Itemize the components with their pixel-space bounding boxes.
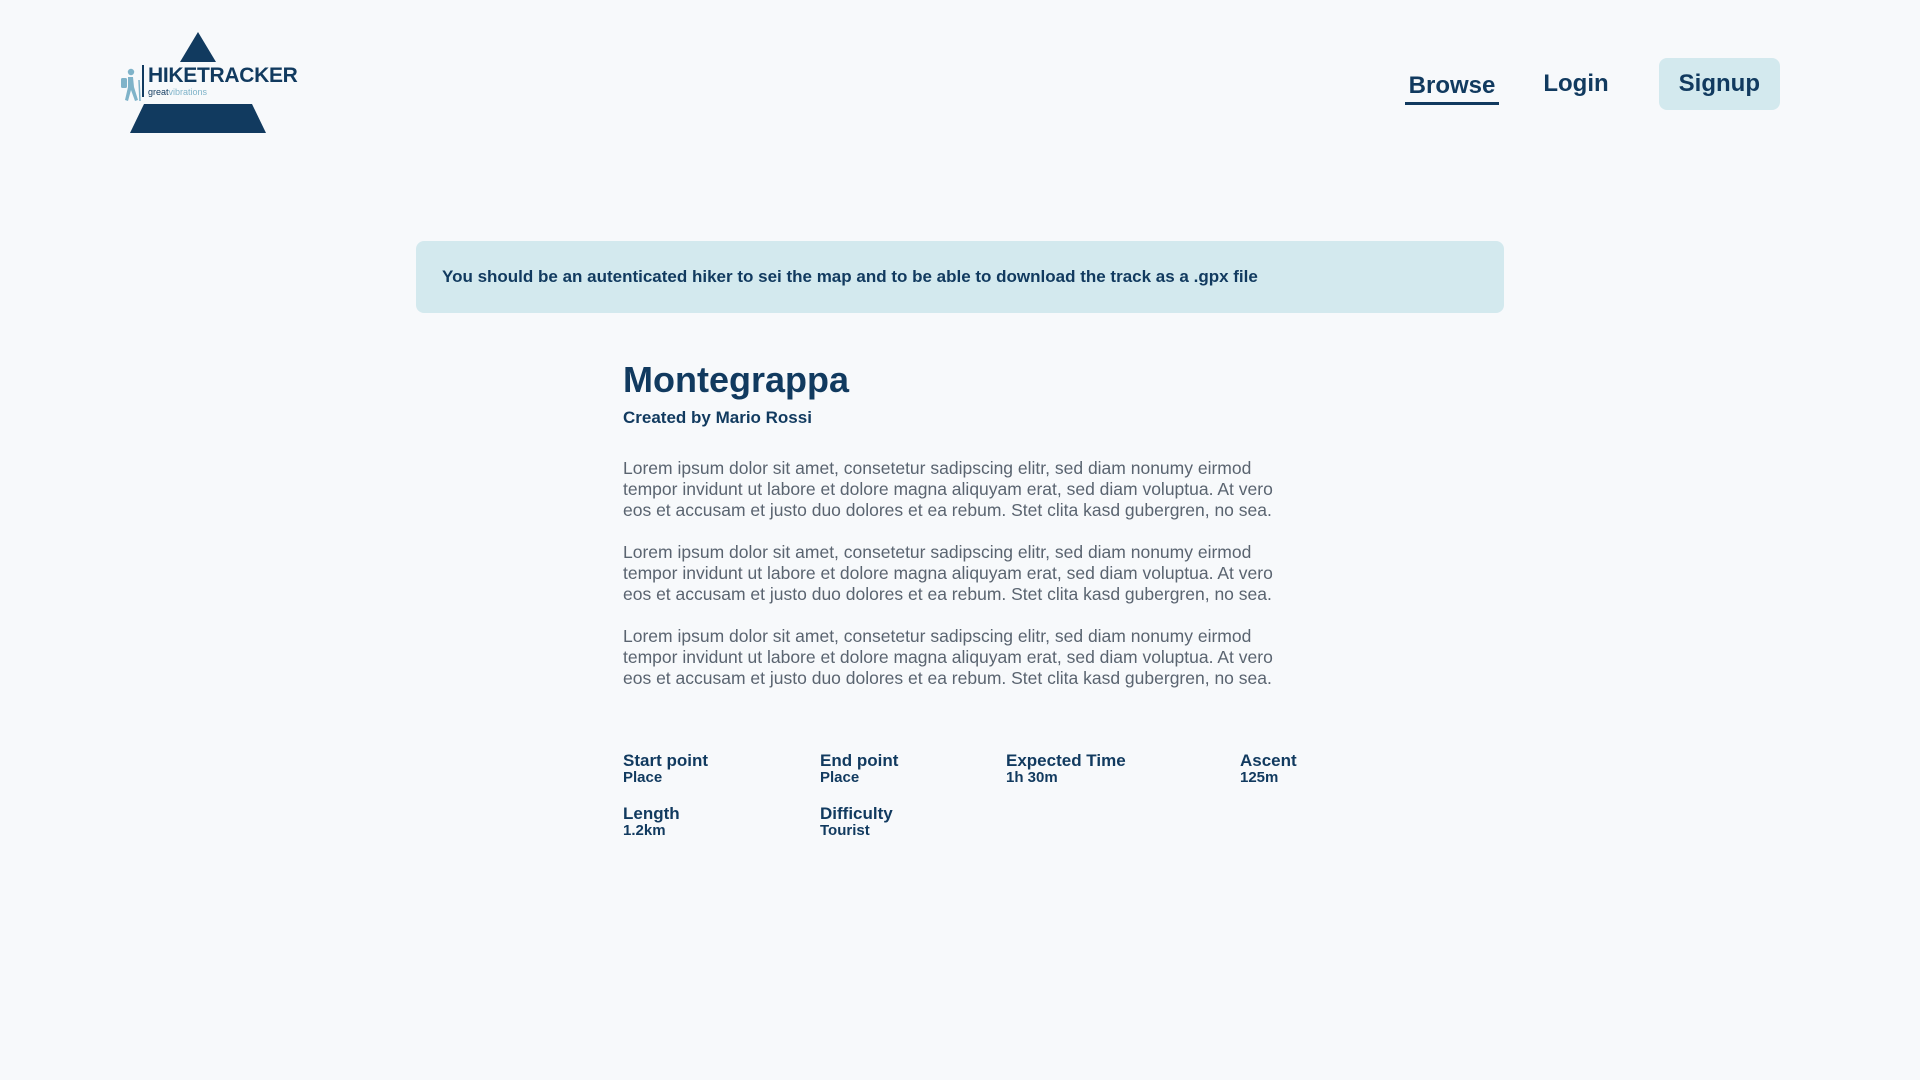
stat-start-point: Start point Place bbox=[623, 752, 708, 785]
stat-value: Place bbox=[623, 769, 663, 786]
stat-value: 1.2km bbox=[623, 822, 666, 839]
description-paragraph: Lorem ipsum dolor sit amet, consetetur s… bbox=[623, 541, 1273, 604]
nav-login-link[interactable]: Login bbox=[1543, 61, 1608, 107]
brand-tagline-light: vibrations bbox=[168, 87, 208, 97]
description-paragraph: Lorem ipsum dolor sit amet, consetetur s… bbox=[623, 457, 1273, 520]
stat-label: Start point bbox=[623, 751, 708, 770]
hike-description: Lorem ipsum dolor sit amet, consetetur s… bbox=[623, 458, 1303, 689]
description-paragraph: Lorem ipsum dolor sit amet, consetetur s… bbox=[623, 625, 1273, 688]
stat-value: 1h 30m bbox=[1006, 769, 1058, 786]
stat-ascent: Ascent 125m bbox=[1240, 752, 1297, 785]
stat-label: Difficulty bbox=[820, 804, 893, 823]
hiker-icon bbox=[121, 68, 141, 102]
stat-difficulty: Difficulty Tourist bbox=[820, 805, 893, 838]
brand-tagline-bold: great bbox=[148, 87, 169, 97]
nav-browse-link[interactable]: Browse bbox=[1404, 63, 1500, 105]
brand-tagline: greatvibrations bbox=[148, 88, 298, 97]
logo-wordmark: HIKETRACKER greatvibrations bbox=[142, 65, 298, 97]
stat-end-point: End point Place bbox=[820, 752, 898, 785]
brand-logo[interactable]: HIKETRACKER greatvibrations bbox=[114, 32, 298, 136]
hike-author: Created by Mario Rossi bbox=[623, 407, 812, 427]
stat-value: 125m bbox=[1240, 769, 1279, 786]
brand-name: HIKETRACKER bbox=[148, 64, 298, 87]
hike-detail: Montegrappa Created by Mario Rossi Lorem… bbox=[623, 360, 1303, 710]
auth-alert-banner: You should be an autenticated hiker to s… bbox=[416, 241, 1504, 313]
stat-label: End point bbox=[820, 751, 899, 770]
auth-alert-message: You should be an autenticated hiker to s… bbox=[442, 267, 1258, 286]
stat-label: Length bbox=[623, 804, 680, 823]
stat-label: Expected Time bbox=[1006, 751, 1126, 770]
top-nav: Browse Login Signup bbox=[1404, 58, 1780, 110]
hike-title: Montegrappa bbox=[623, 359, 850, 400]
signup-button[interactable]: Signup bbox=[1658, 58, 1780, 110]
stat-expected-time: Expected Time 1h 30m bbox=[1006, 752, 1126, 785]
stat-label: Ascent bbox=[1240, 751, 1297, 770]
stat-value: Place bbox=[820, 769, 860, 786]
stat-value: Tourist bbox=[820, 822, 870, 839]
stat-length: Length 1.2km bbox=[623, 805, 680, 838]
